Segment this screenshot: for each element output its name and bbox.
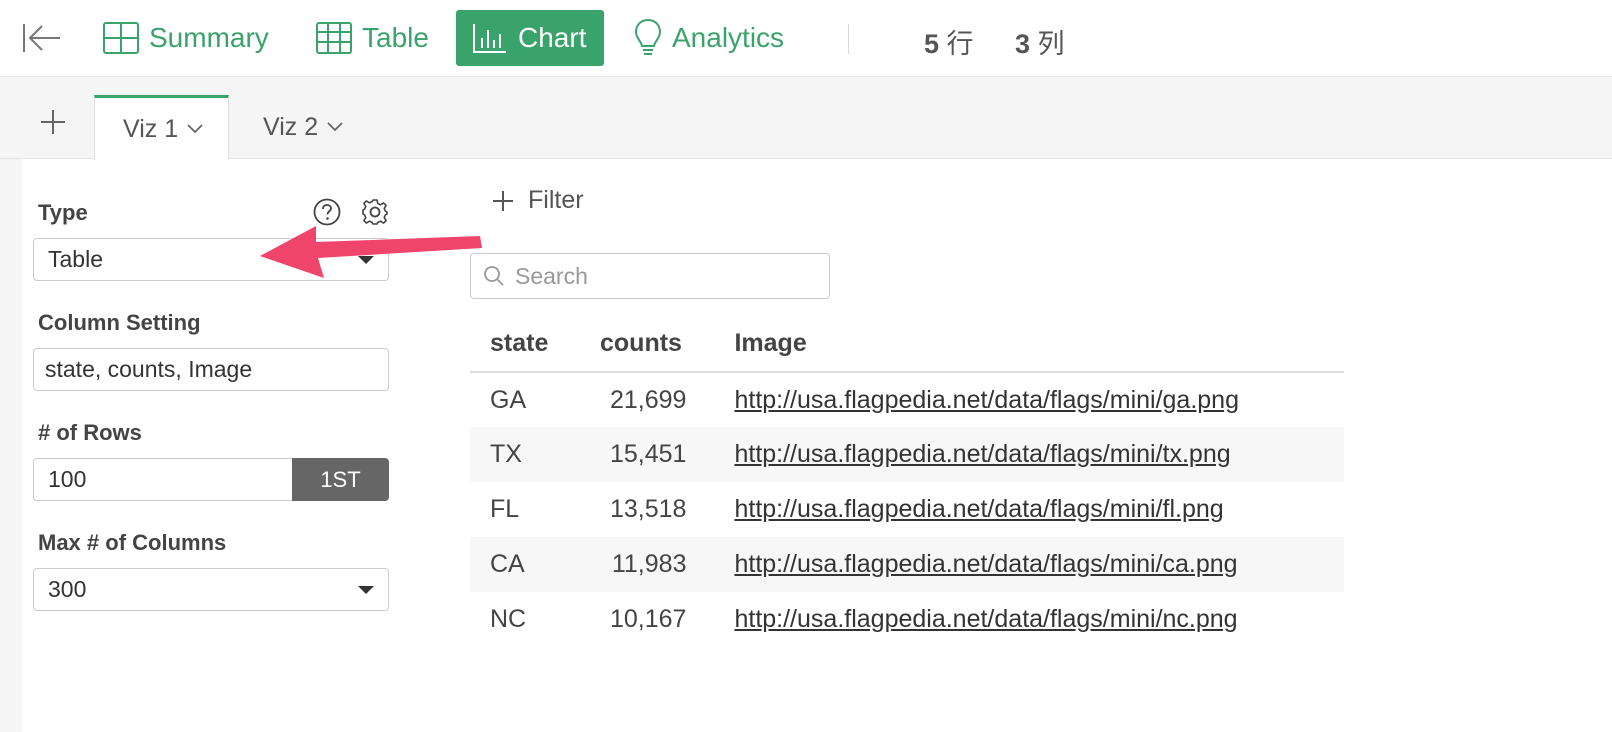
cell-counts: 10,167: [610, 605, 687, 633]
help-icon[interactable]: [313, 198, 341, 231]
chevron-down-icon: [187, 124, 203, 134]
gear-icon[interactable]: [361, 198, 389, 231]
search-input[interactable]: [515, 262, 815, 290]
max-columns-value: 300: [48, 576, 87, 602]
summary-grid-icon: [103, 22, 139, 54]
row-count-unit: 行: [946, 29, 974, 59]
column-header-image[interactable]: Image: [714, 316, 1344, 373]
add-filter-button[interactable]: Filter: [492, 186, 584, 215]
cell-image: http://usa.flagpedia.net/data/flags/mini…: [714, 372, 1344, 427]
collapse-left-icon[interactable]: [22, 22, 62, 54]
nav-chart-label: Chart: [518, 22, 587, 53]
table-row: GA 21,699 http://usa.flagpedia.net/data/…: [470, 372, 1344, 427]
dropdown-caret-icon: [358, 256, 374, 264]
rows-input-value: 100: [48, 466, 87, 492]
lightbulb-icon: [634, 18, 662, 55]
column-setting-value: state, counts, Image: [45, 356, 253, 382]
max-columns-select[interactable]: 300: [33, 568, 389, 611]
cell-state: TX: [470, 427, 590, 482]
image-link[interactable]: http://usa.flagpedia.net/data/flags/mini…: [734, 605, 1237, 633]
first-rows-button[interactable]: 1ST: [292, 458, 389, 501]
search-box: [470, 253, 830, 299]
column-count-unit: 列: [1037, 29, 1065, 59]
rows-input[interactable]: 100: [33, 458, 293, 501]
cell-counts: 13,518: [610, 495, 687, 523]
image-link[interactable]: http://usa.flagpedia.net/data/flags/mini…: [734, 386, 1239, 414]
filter-label: Filter: [528, 186, 584, 214]
add-tab-plus-icon[interactable]: [40, 109, 66, 135]
search-icon: [484, 266, 504, 286]
cell-image: http://usa.flagpedia.net/data/flags/mini…: [714, 537, 1344, 592]
cell-state: FL: [490, 495, 520, 523]
type-label: Type: [38, 200, 88, 225]
row-count: 5 行: [924, 22, 974, 61]
type-select-value: Table: [48, 246, 103, 272]
column-setting-label: Column Setting: [38, 310, 201, 335]
data-table: state counts Image GA 21,699 http://usa.…: [470, 316, 1344, 647]
table-row: NC 10,167 http://usa.flagpedia.net/data/…: [470, 592, 1344, 647]
tab-viz-1[interactable]: Viz 1: [94, 95, 230, 160]
column-setting-input[interactable]: state, counts, Image: [33, 348, 389, 391]
viz-tab-strip: Viz 1 Viz 2: [0, 77, 1612, 160]
plus-icon: [493, 190, 513, 211]
cell-counts: 21,699: [610, 385, 687, 414]
cell-state: GA: [490, 385, 527, 414]
nav-table-label: Table: [362, 22, 429, 53]
chevron-down-icon: [327, 122, 343, 132]
type-select[interactable]: Table: [33, 238, 389, 281]
nav-analytics-label: Analytics: [672, 22, 785, 53]
cell-counts: 11,983: [590, 537, 715, 592]
image-link[interactable]: http://usa.flagpedia.net/data/flags/mini…: [734, 440, 1230, 468]
rows-label: # of Rows: [38, 420, 142, 445]
column-header-counts[interactable]: counts: [590, 316, 715, 373]
bar-chart-icon: [473, 24, 506, 53]
column-count-value: 3: [1015, 29, 1031, 59]
image-link[interactable]: http://usa.flagpedia.net/data/flags/mini…: [734, 495, 1223, 523]
row-count-value: 5: [924, 29, 940, 59]
nav-chart-button[interactable]: Chart: [456, 10, 605, 66]
cell-image: http://usa.flagpedia.net/data/flags/mini…: [714, 482, 1344, 537]
nav-table-button[interactable]: Table: [316, 10, 429, 66]
dropdown-caret-icon: [358, 586, 374, 594]
column-count: 3 列: [1015, 22, 1065, 61]
tab-viz-2[interactable]: Viz 2: [263, 95, 344, 159]
cell-image: http://usa.flagpedia.net/data/flags/mini…: [714, 592, 1344, 647]
table-header-row: state counts Image: [470, 316, 1344, 373]
cell-state: CA: [470, 537, 590, 592]
tab-viz-1-label: Viz 1: [123, 114, 179, 143]
image-link[interactable]: http://usa.flagpedia.net/data/flags/mini…: [734, 550, 1237, 578]
cell-state: NC: [490, 605, 527, 633]
cell-counts: 15,451: [590, 427, 715, 482]
cell-image: http://usa.flagpedia.net/data/flags/mini…: [714, 427, 1344, 482]
table-icon: [316, 22, 352, 54]
column-header-state[interactable]: state: [470, 316, 590, 373]
max-columns-label: Max # of Columns: [38, 530, 227, 555]
table-row: TX 15,451 http://usa.flagpedia.net/data/…: [470, 427, 1344, 482]
toolbar-divider: [848, 24, 849, 54]
table-row: CA 11,983 http://usa.flagpedia.net/data/…: [470, 537, 1344, 592]
top-toolbar: Summary Table Chart Analytics 5 行 3 列: [0, 0, 1612, 77]
left-gutter: [0, 159, 22, 732]
nav-analytics-button[interactable]: Analytics: [634, 10, 784, 66]
nav-summary-button[interactable]: Summary: [103, 10, 269, 66]
tab-viz-2-label: Viz 2: [263, 112, 319, 141]
table-row: FL 13,518 http://usa.flagpedia.net/data/…: [470, 482, 1344, 537]
nav-summary-label: Summary: [149, 22, 269, 53]
